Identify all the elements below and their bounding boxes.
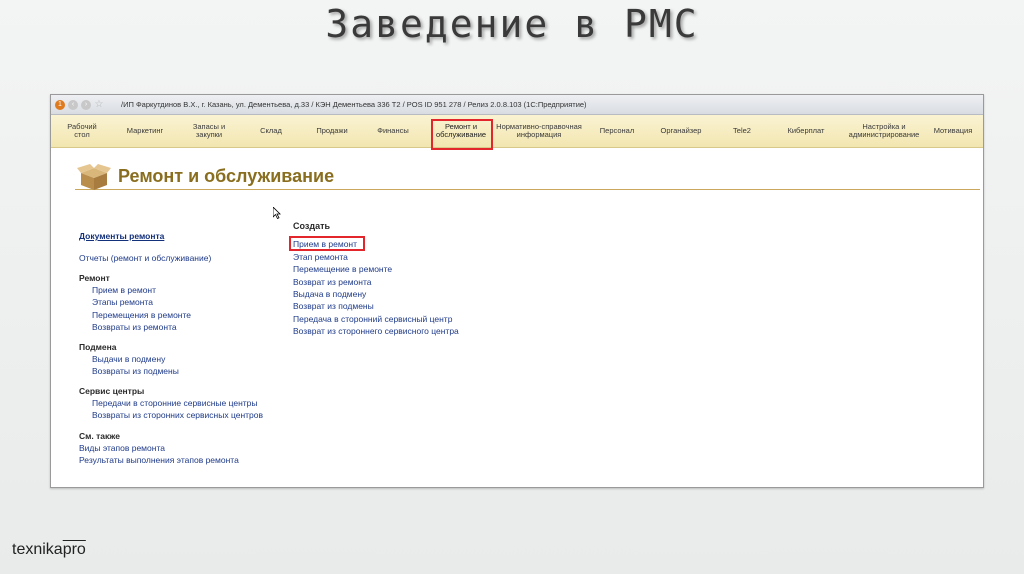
section-warehouse[interactable]: Склад bbox=[245, 115, 297, 147]
section-stock[interactable]: Запасы и закупки bbox=[179, 115, 239, 147]
section-tele2[interactable]: Tele2 bbox=[721, 115, 763, 147]
create-replacement-issue[interactable]: Выдача в подмену bbox=[293, 289, 366, 299]
nav-reports-link[interactable]: Отчеты (ремонт и обслуживание) bbox=[79, 253, 211, 263]
box-icon bbox=[77, 164, 111, 190]
nav-repair-intake[interactable]: Прием в ремонт bbox=[92, 285, 156, 295]
brand-suffix: pro bbox=[62, 541, 86, 558]
window-titlebar: 1 ‹ › ☆ /ИП Фаркутдинов В.Х., г. Казань,… bbox=[51, 95, 983, 115]
brand-logo: texnikapro bbox=[12, 541, 86, 559]
section-sales[interactable]: Продажи bbox=[303, 115, 361, 147]
nav-service-transfers[interactable]: Передачи в сторонние сервисные центры bbox=[92, 398, 258, 408]
page-header: Ремонт и обслуживание bbox=[75, 163, 980, 190]
create-service-return[interactable]: Возврат из стороннего сервисного центра bbox=[293, 326, 459, 336]
brand-main: texnika bbox=[12, 541, 63, 558]
section-admin[interactable]: Настройка и администрирование bbox=[837, 115, 931, 147]
section-motivation[interactable]: Мотивация bbox=[923, 115, 983, 147]
nav-stage-types[interactable]: Виды этапов ремонта bbox=[79, 443, 165, 453]
nav-service-returns[interactable]: Возвраты из сторонних сервисных центров bbox=[92, 410, 263, 420]
star-icon[interactable]: ☆ bbox=[94, 99, 104, 110]
app-window: 1 ‹ › ☆ /ИП Фаркутдинов В.Х., г. Казань,… bbox=[50, 94, 984, 488]
nav-repair-stages[interactable]: Этапы ремонта bbox=[92, 297, 153, 307]
section-desktop[interactable]: Рабочий стол bbox=[55, 115, 109, 147]
section-cyberplat[interactable]: Киберплат bbox=[771, 115, 841, 147]
app-logo-icon[interactable]: 1 bbox=[55, 99, 65, 110]
section-finance[interactable]: Финансы bbox=[365, 115, 421, 147]
nav-repair-moves[interactable]: Перемещения в ремонте bbox=[92, 310, 191, 320]
nav-repair-returns[interactable]: Возвраты из ремонта bbox=[92, 322, 177, 332]
create-repair-move[interactable]: Перемещение в ремонте bbox=[293, 264, 392, 274]
forward-icon[interactable]: › bbox=[81, 99, 91, 110]
section-organizer[interactable]: Органайзер bbox=[651, 115, 711, 147]
nav-group-see-also: См. также bbox=[79, 431, 120, 441]
section-highlight-frame bbox=[431, 119, 493, 150]
create-repair-stage[interactable]: Этап ремонта bbox=[293, 252, 348, 262]
section-reference[interactable]: Нормативно-справочная информация bbox=[493, 115, 585, 147]
create-title: Создать bbox=[293, 221, 331, 231]
slide-title: Заведение в РМС bbox=[325, 2, 699, 46]
nav-replacement-issues[interactable]: Выдачи в подмену bbox=[92, 354, 165, 364]
create-repair-return[interactable]: Возврат из ремонта bbox=[293, 277, 372, 287]
sections-panel: Рабочий стол Маркетинг Запасы и закупки … bbox=[51, 115, 983, 150]
page-title: Ремонт и обслуживание bbox=[118, 166, 335, 186]
nav-group-service: Сервис центры bbox=[79, 386, 145, 396]
nav-stage-results[interactable]: Результаты выполнения этапов ремонта bbox=[79, 455, 239, 465]
nav-replacement-returns[interactable]: Возвраты из подмены bbox=[92, 366, 179, 376]
section-personnel[interactable]: Персонал bbox=[591, 115, 643, 147]
create-replacement-return[interactable]: Возврат из подмены bbox=[293, 301, 374, 311]
nav-group-repair: Ремонт bbox=[79, 273, 110, 283]
nav-group-replacement: Подмена bbox=[79, 342, 117, 352]
mouse-cursor-icon bbox=[273, 207, 281, 219]
create-service-transfer[interactable]: Передача в сторонний сервисный центр bbox=[293, 314, 452, 324]
back-icon[interactable]: ‹ bbox=[68, 99, 78, 110]
window-title: /ИП Фаркутдинов В.Х., г. Казань, ул. Дем… bbox=[121, 100, 587, 109]
create-highlight-frame bbox=[289, 236, 365, 251]
section-marketing[interactable]: Маркетинг bbox=[115, 115, 175, 147]
nav-documents-link[interactable]: Документы ремонта bbox=[79, 231, 164, 241]
